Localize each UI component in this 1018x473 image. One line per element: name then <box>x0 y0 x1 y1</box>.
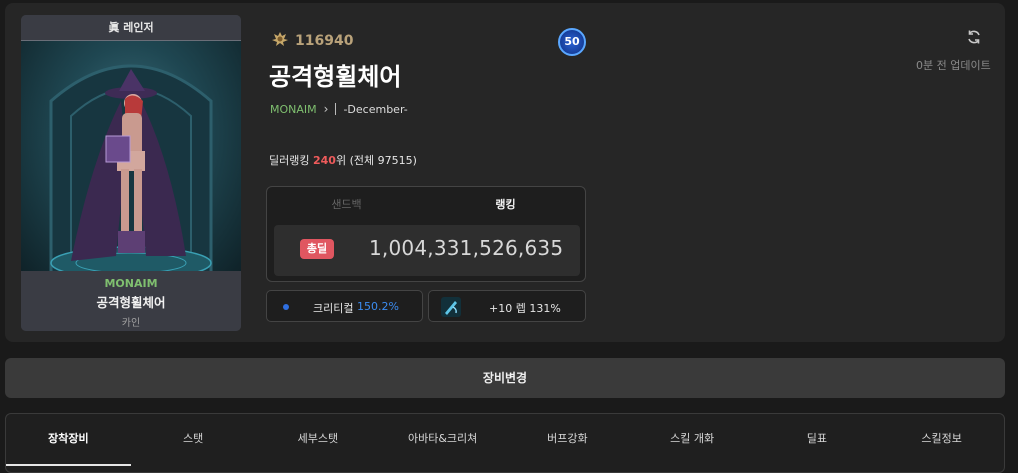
detail-tabs: 장착장비 스탯 세부스탯 아바타&크리쳐 버프강화 스킬 개화 딜표 스킬정보 <box>5 413 1005 473</box>
tab-deal-table[interactable]: 딜표 <box>755 414 880 472</box>
damage-display: 총딜 1,004,331,526,635 <box>274 225 580 276</box>
character-portrait: 眞 레인저 MONAIM 공격형휠체어 카인 <box>21 15 241 331</box>
adventure-name: -December- <box>343 102 408 116</box>
portrait-guild: MONAIM <box>104 277 158 290</box>
portrait-class-title: 眞 레인저 <box>21 15 241 41</box>
guild-row: MONAIM › -December- <box>270 102 408 116</box>
updated-time: 0분 전 업데이트 <box>916 59 991 72</box>
critical-label: 크리티컬 <box>313 302 354 315</box>
character-name: 공격형휠체어 <box>269 63 402 91</box>
character-art <box>21 41 241 280</box>
tab-ranking[interactable]: 랭킹 <box>426 187 585 223</box>
character-card: 眞 레인저 MONAIM 공격형휠체어 카인 116940 50 공격형휠체어 … <box>5 3 1005 342</box>
tab-stats[interactable]: 스탯 <box>131 414 256 472</box>
critical-value: 150.2% <box>357 300 399 313</box>
ranking-suffix: 위 (전체 97515) <box>335 154 417 167</box>
tab-sandbag[interactable]: 샌드백 <box>267 187 426 223</box>
divider <box>335 103 337 115</box>
equipment-change-button[interactable]: 장비변경 <box>5 358 1005 398</box>
total-damage-badge: 총딜 <box>300 239 334 259</box>
fame-row: 116940 <box>271 31 353 51</box>
tab-avatar-creature[interactable]: 아바타&크리쳐 <box>380 414 505 472</box>
portrait-server: 카인 <box>121 318 141 329</box>
tab-skill-info[interactable]: 스킬정보 <box>879 414 1004 472</box>
weapon-text: +10 렙 131% <box>489 302 561 315</box>
guild-link[interactable]: MONAIM <box>270 103 317 116</box>
critical-stat: 크리티컬 150.2% <box>266 290 423 322</box>
level-badge: 50 <box>558 28 586 56</box>
dealer-ranking: 딜러랭킹 240위 (전체 97515) <box>269 152 417 168</box>
fame-value: 116940 <box>295 33 354 49</box>
tab-equipped-gear[interactable]: 장착장비 <box>6 414 131 472</box>
total-damage-value: 1,004,331,526,635 <box>369 236 564 260</box>
weapon-stat: +10 렙 131% <box>428 290 586 322</box>
tab-detail-stats[interactable]: 세부스탯 <box>256 414 381 472</box>
critical-dot-icon <box>283 304 289 310</box>
chevron-right-icon[interactable]: › <box>324 102 329 116</box>
fame-crest-icon <box>271 31 289 51</box>
refresh-icon[interactable] <box>966 29 982 49</box>
ranking-prefix: 딜러랭킹 <box>269 154 310 167</box>
portrait-footer: MONAIM 공격형휠체어 카인 <box>21 271 241 331</box>
tab-skill-bloom[interactable]: 스킬 개화 <box>630 414 755 472</box>
portrait-name: 공격형휠체어 <box>96 295 166 310</box>
ranking-value: 240 <box>312 154 336 167</box>
weapon-icon <box>441 297 461 317</box>
tab-buff-enhance[interactable]: 버프강화 <box>505 414 630 472</box>
damage-panel: 샌드백 랭킹 총딜 1,004,331,526,635 <box>266 186 586 282</box>
